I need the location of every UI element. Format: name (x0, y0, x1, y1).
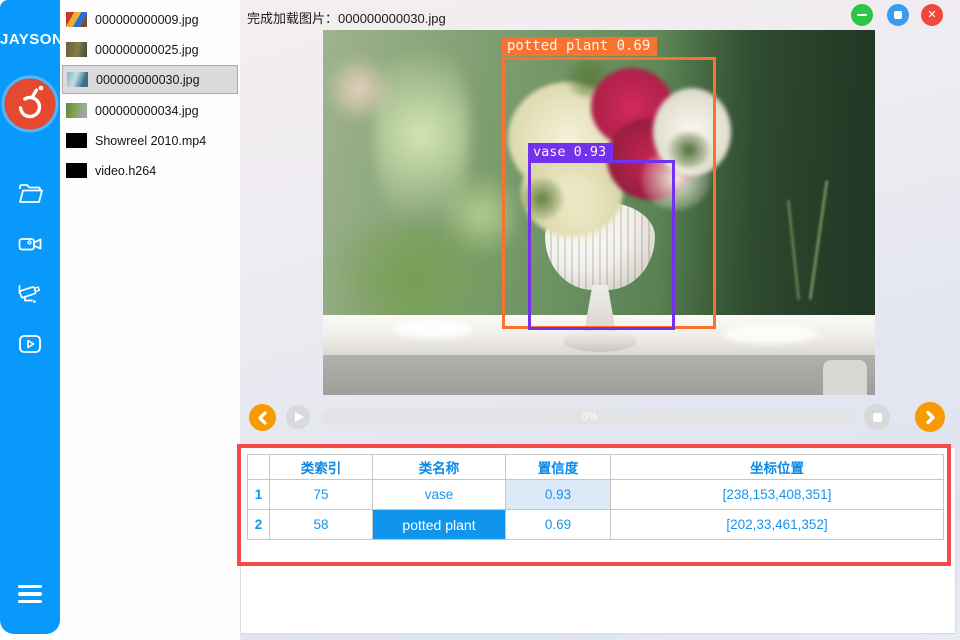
file-item[interactable]: 000000000025.jpg (62, 35, 238, 64)
file-name: 000000000030.jpg (96, 73, 200, 87)
header-confidence: 置信度 (506, 455, 611, 480)
file-thumbnail (67, 72, 88, 87)
detection-image: potted plant 0.69 vase 0.93 (323, 30, 875, 395)
cell-bbox[interactable]: [238,153,408,351] (611, 480, 944, 510)
file-thumbnail (66, 103, 87, 118)
chevron-left-icon (257, 411, 269, 425)
row-index[interactable]: 1 (248, 480, 270, 510)
app-window: 000000000009.jpg 000000000025.jpg 000000… (0, 0, 960, 640)
sidebar: JAYSON (0, 0, 60, 634)
cctv-camera-icon[interactable] (17, 281, 43, 307)
video-camera-icon[interactable] (17, 231, 43, 257)
cell-class-id[interactable]: 75 (270, 480, 373, 510)
file-thumbnail (66, 12, 87, 27)
file-item[interactable]: Showreel 2010.mp4 (62, 126, 238, 155)
cell-class-id[interactable]: 58 (270, 510, 373, 540)
chevron-right-icon (924, 410, 936, 425)
close-icon: ✕ (927, 10, 936, 21)
file-thumbnail (66, 133, 87, 148)
progress-bar[interactable]: 0% (322, 409, 857, 425)
close-button[interactable]: ✕ (921, 4, 943, 26)
file-item-selected[interactable]: 000000000030.jpg (62, 65, 238, 94)
header-bbox: 坐标位置 (611, 455, 944, 480)
play-button[interactable] (286, 405, 310, 429)
status-text: 完成加载图片：000000000030.jpg (247, 8, 446, 27)
file-name: 000000000009.jpg (95, 13, 199, 27)
stop-button[interactable] (864, 404, 890, 430)
detection-label: vase 0.93 (528, 143, 613, 162)
folder-open-icon[interactable] (17, 181, 43, 207)
minimize-button[interactable] (851, 4, 873, 26)
table-row: 1 75 vase 0.93 [238,153,408,351] (248, 480, 944, 510)
file-name: Showreel 2010.mp4 (95, 134, 206, 148)
table-row: 2 58 potted plant 0.69 [202,33,461,352] (248, 510, 944, 540)
previous-button[interactable] (249, 404, 276, 431)
detection-box-vase: vase 0.93 (528, 160, 675, 330)
play-icon (295, 412, 304, 422)
file-item[interactable]: 000000000034.jpg (62, 96, 238, 125)
progress-label: 0% (582, 411, 598, 423)
maximize-button[interactable] (887, 4, 909, 26)
header-class-name: 类名称 (373, 455, 506, 480)
cell-confidence[interactable]: 0.69 (506, 510, 611, 540)
file-thumbnail (66, 42, 87, 57)
cell-class-name[interactable]: vase (373, 480, 506, 510)
cell-bbox[interactable]: [202,33,461,352] (611, 510, 944, 540)
stop-icon (873, 413, 882, 422)
file-name: 000000000034.jpg (95, 104, 199, 118)
table-header-row: 类索引 类名称 置信度 坐标位置 (248, 455, 944, 480)
cell-confidence[interactable]: 0.93 (506, 480, 611, 510)
cell-class-name-selected[interactable]: potted plant (373, 510, 506, 540)
file-thumbnail (66, 163, 87, 178)
detection-results-table: 类索引 类名称 置信度 坐标位置 1 75 vase 0.93 [238,153… (247, 454, 944, 540)
menu-hamburger-icon[interactable] (18, 585, 42, 603)
file-name: video.h264 (95, 164, 156, 178)
detection-label: potted plant 0.69 (502, 37, 657, 56)
header-class-index: 类索引 (270, 455, 373, 480)
file-name: 000000000025.jpg (95, 43, 199, 57)
next-button[interactable] (915, 402, 945, 432)
brand-logo-text: JAYSON (0, 31, 60, 48)
square-icon (894, 11, 902, 19)
header-blank (248, 455, 270, 480)
file-list-panel: 000000000009.jpg 000000000025.jpg 000000… (60, 0, 240, 640)
file-item[interactable]: video.h264 (62, 156, 238, 185)
row-index[interactable]: 2 (248, 510, 270, 540)
file-item[interactable]: 000000000009.jpg (62, 5, 238, 34)
minus-icon (857, 14, 867, 17)
pytorch-flame-logo-icon[interactable] (1, 75, 59, 133)
video-player-icon[interactable] (17, 331, 43, 357)
